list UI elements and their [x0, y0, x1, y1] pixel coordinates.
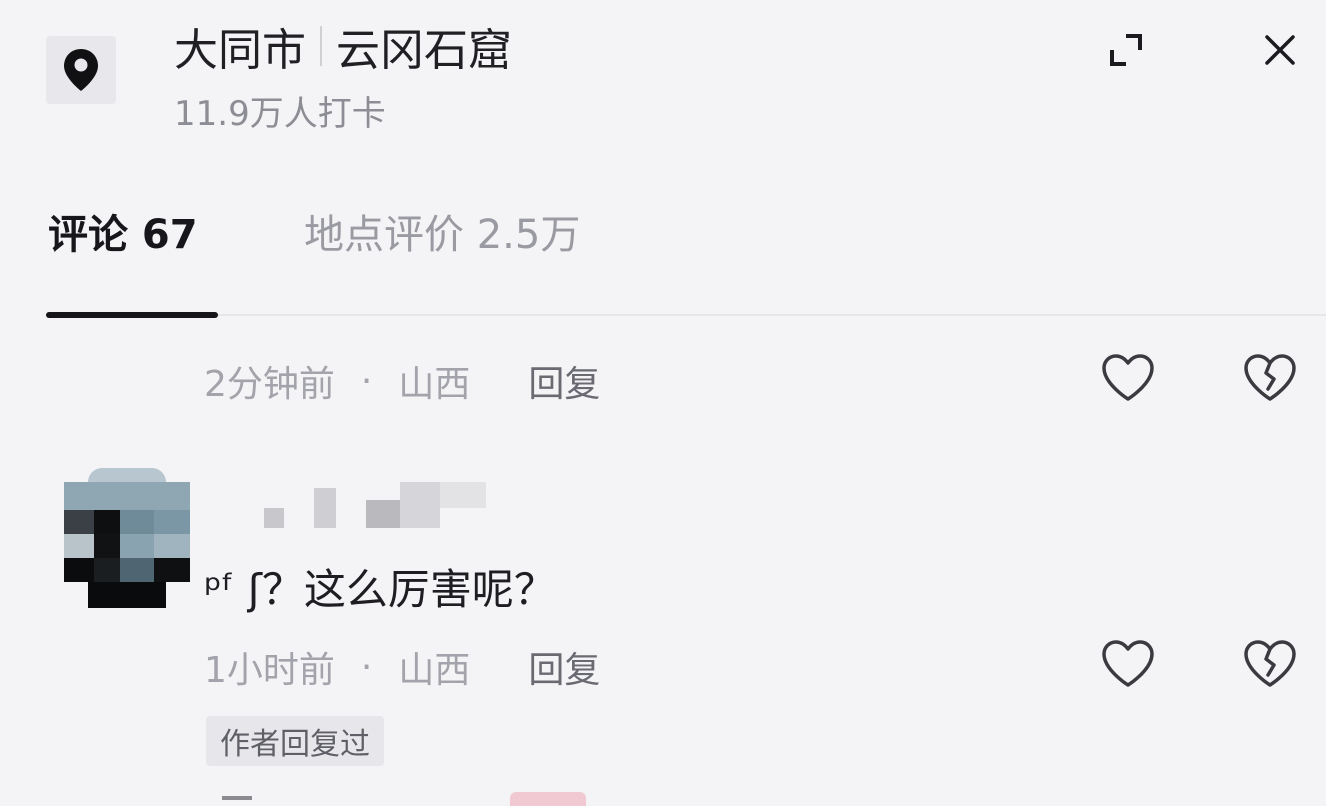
avatar[interactable]: [64, 468, 190, 608]
heart-icon: [1102, 354, 1154, 401]
tab-divider: [218, 314, 1326, 316]
place-name: 云冈石窟: [336, 25, 512, 76]
heart-icon: [1102, 640, 1154, 687]
reply-button[interactable]: 回复: [528, 355, 600, 407]
meta-separator: ·: [360, 646, 373, 688]
close-button[interactable]: [1250, 20, 1310, 80]
expand-button[interactable]: [1096, 20, 1156, 80]
comment-region: 山西: [398, 364, 471, 405]
dislike-button[interactable]: [1240, 348, 1300, 408]
active-tab-indicator: [46, 312, 218, 318]
location-comments-panel: 大同市 云冈石窟 11.9万人打卡 评论 67 地点评价 2.5万 2分钟前 ·…: [0, 0, 1326, 806]
author-replied-badge: 作者回复过: [206, 716, 384, 766]
broken-heart-icon: [1244, 354, 1296, 401]
comment-meta-row: 2分钟前 · 山西 回复: [204, 356, 600, 406]
meta-separator: ·: [360, 360, 373, 402]
comment-time: 2分钟前: [204, 364, 335, 405]
expand-icon: [1110, 34, 1142, 66]
checkin-count: 11.9万人打卡: [174, 94, 386, 134]
reply-button[interactable]: 回复: [528, 641, 600, 693]
like-button[interactable]: [1098, 348, 1158, 408]
tab-place-reviews[interactable]: 地点评价 2.5万: [304, 202, 580, 260]
dislike-button[interactable]: [1240, 634, 1300, 694]
title-separator: [320, 26, 322, 66]
location-badge: [46, 36, 116, 104]
next-comment-remnant: [222, 796, 252, 800]
username-blurred: [216, 478, 496, 534]
tab-comments[interactable]: 评论 67: [48, 202, 198, 260]
like-button[interactable]: [1098, 634, 1158, 694]
map-pin-icon: [64, 49, 98, 91]
broken-heart-icon: [1244, 640, 1296, 687]
close-icon: [1265, 35, 1295, 65]
comment-region: 山西: [398, 650, 471, 691]
location-title: 大同市 云冈石窟: [174, 14, 512, 78]
next-comment-remnant: [510, 792, 586, 806]
comment-time: 1小时前: [204, 650, 335, 691]
comment-meta-row: 1小时前 · 山西 回复: [204, 642, 600, 692]
city-name: 大同市: [174, 25, 306, 76]
comment-text: ᵖᶠ ʃ？这么厉害呢？: [204, 564, 556, 614]
